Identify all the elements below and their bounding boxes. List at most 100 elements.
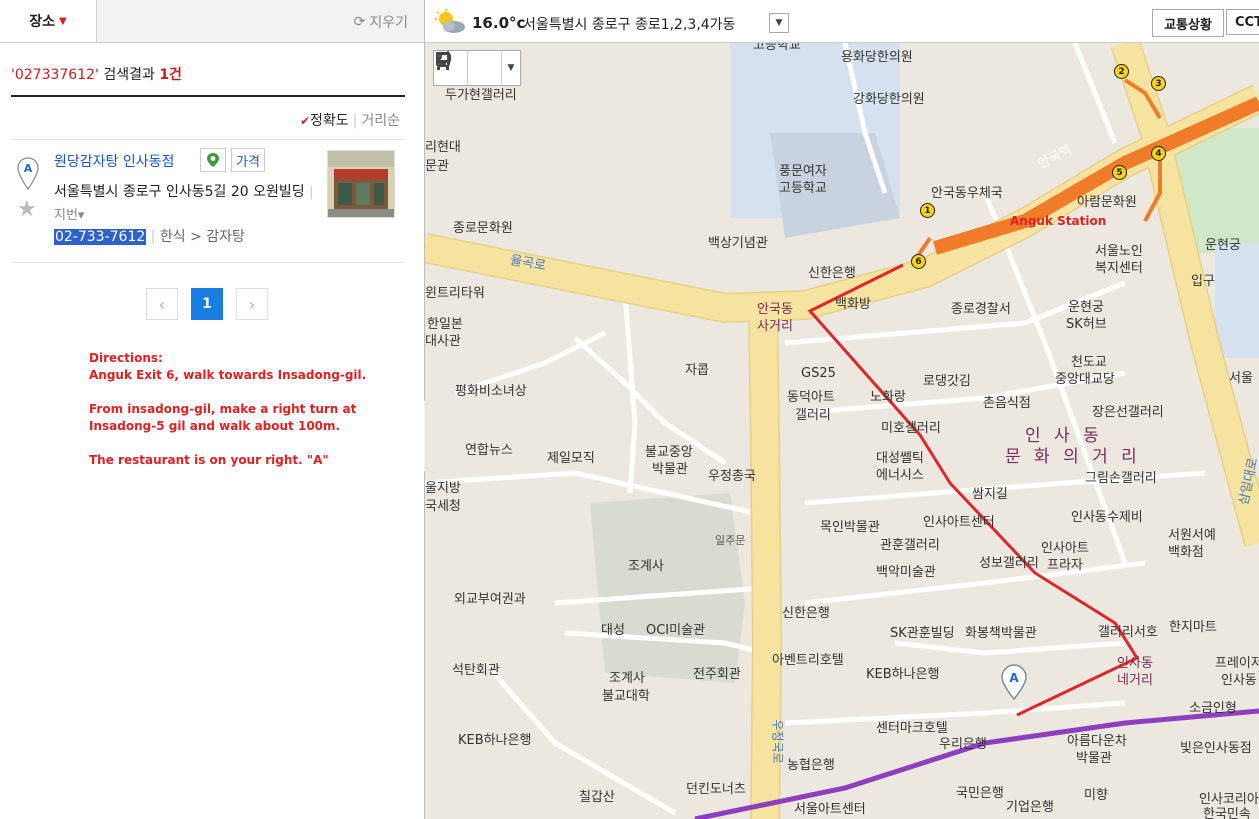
map-place-label[interactable]: 울지방 xyxy=(425,480,461,497)
tab-place[interactable]: 장소 ▼ xyxy=(0,0,97,42)
map-place-label[interactable]: 백화점 xyxy=(1168,544,1204,561)
map-canvas[interactable]: A ▼ 2 3 4 5 1 6 안국역 Anguk Station 율곡로 삼일… xyxy=(425,43,1259,819)
map-place-label[interactable]: 대사관 xyxy=(425,333,461,350)
map-place-label[interactable]: 일주문 xyxy=(715,532,745,549)
map-place-label[interactable]: 조계사 xyxy=(609,670,645,687)
pagination-page-1[interactable]: 1 xyxy=(191,288,223,320)
map-place-label[interactable]: 신한은행 xyxy=(782,605,830,622)
map-place-label[interactable]: 인사동수제비 xyxy=(1071,509,1143,526)
map-place-label[interactable]: 우리은행 xyxy=(939,736,987,753)
map-place-label[interactable]: 풍문여자 xyxy=(779,163,827,180)
map-place-label[interactable]: 센터마크호텔 xyxy=(876,720,948,737)
map-place-label[interactable]: 대성 xyxy=(601,622,625,639)
map-place-label[interactable]: 조계사 xyxy=(628,558,664,575)
map-place-label[interactable]: 노화랑 xyxy=(870,389,906,406)
map-place-label[interactable]: 백악미술관 xyxy=(876,564,936,581)
cctv-button[interactable]: CCT xyxy=(1226,9,1259,35)
map-place-label[interactable]: 아람문화원 xyxy=(1077,194,1137,211)
map-place-label[interactable]: 프레이저 xyxy=(1215,655,1259,672)
map-place-label[interactable]: 신한은행 xyxy=(808,265,856,282)
map-place-label[interactable]: 대성쎌틱 xyxy=(876,450,924,467)
map-place-label[interactable]: GS25 xyxy=(801,365,836,382)
category-link[interactable]: 한식 > 감자탕 xyxy=(160,229,245,245)
map-place-label[interactable]: OCI미술관 xyxy=(646,622,705,639)
map-place-label[interactable]: 칠갑산 xyxy=(579,789,615,806)
map-place-label[interactable]: 서울노인 xyxy=(1095,243,1143,260)
map-place-label[interactable]: KEB하나은행 xyxy=(866,666,940,683)
map-place-label[interactable]: 백상기념관 xyxy=(708,235,768,252)
map-place-label[interactable]: 빛은인사동점 xyxy=(1180,740,1252,757)
map-place-label[interactable]: 고등학교 xyxy=(779,180,827,197)
map-place-label[interactable]: 성보갤러리 xyxy=(979,555,1039,572)
map-place-label[interactable]: 화봉책박물관 xyxy=(965,625,1037,642)
map-place-label[interactable]: 외교부여권과 xyxy=(454,591,526,608)
map-place-label[interactable]: 에너시스 xyxy=(876,467,924,484)
map-place-label[interactable]: 종로문화원 xyxy=(453,220,513,237)
result-thumbnail[interactable] xyxy=(327,150,395,218)
map-place-label[interactable]: 불교대학 xyxy=(602,688,650,705)
map-place-label[interactable]: 프라자 xyxy=(1047,557,1083,574)
map-place-label[interactable]: 평화비소녀상 xyxy=(455,383,527,400)
map-place-label[interactable]: 석탄회관 xyxy=(452,662,500,679)
map-place-label[interactable]: 문관 xyxy=(425,158,449,175)
map-place-label[interactable]: 복지센터 xyxy=(1095,260,1143,277)
map-place-label[interactable]: 촌음식점 xyxy=(983,395,1031,412)
favorite-star-icon[interactable]: ★ xyxy=(17,197,37,222)
map-place-label[interactable]: 로댕갓김 xyxy=(923,373,971,390)
location-dropdown-button[interactable]: ▼ xyxy=(769,13,789,33)
sort-accuracy[interactable]: 정확도 xyxy=(310,113,349,129)
map-place-label[interactable]: 아름다운차 xyxy=(1067,733,1127,750)
map-place-label[interactable]: 인사아트 xyxy=(1041,540,1089,557)
map-place-label[interactable]: 리현대 xyxy=(425,139,461,156)
map-place-label[interactable]: 한일본 xyxy=(427,316,463,333)
map-place-label[interactable]: 한국민속 xyxy=(1203,806,1251,819)
map-place-label[interactable]: 목인박물관 xyxy=(820,519,880,536)
map-place-label[interactable]: 그림손갤러리 xyxy=(1085,470,1157,487)
map-place-label[interactable]: 서울 xyxy=(1229,370,1253,387)
map-place-label[interactable]: 연합뉴스 xyxy=(465,442,513,459)
map-place-label[interactable]: 국민은행 xyxy=(956,785,1004,802)
map-place-label[interactable]: 윈트리타워 xyxy=(425,285,485,302)
map-place-label[interactable]: 서울아트센터 xyxy=(794,801,866,818)
map-place-label[interactable]: 미향 xyxy=(1084,787,1108,804)
map-place-label[interactable]: 쌈지길 xyxy=(972,486,1008,503)
map-place-label[interactable]: 안국동우체국 xyxy=(931,185,1003,202)
map-place-label[interactable]: 한지마트 xyxy=(1169,619,1217,636)
map-place-label[interactable]: 국세청 xyxy=(425,498,461,515)
map-place-label[interactable]: KEB하나은행 xyxy=(458,732,532,749)
price-badge[interactable]: 가격 xyxy=(231,148,265,172)
map-place-label[interactable]: 장은선갤러리 xyxy=(1092,404,1164,421)
traffic-button[interactable]: 교통상황 xyxy=(1152,9,1224,37)
map-place-label[interactable]: 입구 xyxy=(1191,273,1215,290)
map-place-label[interactable]: 운현궁 xyxy=(1068,299,1104,316)
result-name-link[interactable]: 원당감자탕 인사동점 xyxy=(54,151,174,171)
map-place-label[interactable]: 우정총국 xyxy=(708,468,756,485)
map-place-label[interactable]: 미호갤러리 xyxy=(881,420,941,437)
map-place-label[interactable]: 박물관 xyxy=(652,461,688,478)
map-place-label[interactable]: 갤러리서호 xyxy=(1098,624,1158,641)
map-place-label[interactable]: 용화당한의원 xyxy=(841,49,913,66)
clear-button[interactable]: ⟳ 지우기 xyxy=(354,12,408,32)
tool-dropdown-button[interactable]: ▼ xyxy=(502,51,520,85)
map-place-label[interactable]: 서원서예 xyxy=(1168,527,1216,544)
map-place-label[interactable]: 자콥 xyxy=(685,362,709,379)
map-place-label[interactable]: 기업은행 xyxy=(1006,799,1054,816)
map-place-label[interactable]: 관훈갤러리 xyxy=(880,537,940,554)
map-place-label[interactable]: 제일모직 xyxy=(547,450,595,467)
map-place-label[interactable]: 동덕아트 xyxy=(787,389,835,406)
map-place-label[interactable]: 농협은행 xyxy=(787,757,835,774)
pagination-prev-button[interactable]: ‹ xyxy=(146,288,178,320)
map-place-label[interactable]: 두가현갤러리 xyxy=(445,87,517,104)
map-place-label[interactable]: SK허브 xyxy=(1066,316,1107,333)
map-place-label[interactable]: 종로경찰서 xyxy=(951,301,1011,318)
map-place-label[interactable]: 인사아트센터 xyxy=(923,514,995,531)
map-place-label[interactable]: 운현궁 xyxy=(1205,237,1241,254)
map-place-label[interactable]: 강화당한의원 xyxy=(853,91,925,108)
map-place-label[interactable]: 던킨도너츠 xyxy=(686,781,746,798)
map-place-label[interactable]: 전주회관 xyxy=(693,666,741,683)
map-place-label[interactable]: 중앙대교당 xyxy=(1055,371,1115,388)
restaurant-toggle-button[interactable] xyxy=(436,51,502,85)
sort-distance[interactable]: 거리순 xyxy=(361,113,400,129)
pagination-next-button[interactable]: › xyxy=(236,288,268,320)
map-place-label[interactable]: 고등학교 xyxy=(753,43,801,54)
